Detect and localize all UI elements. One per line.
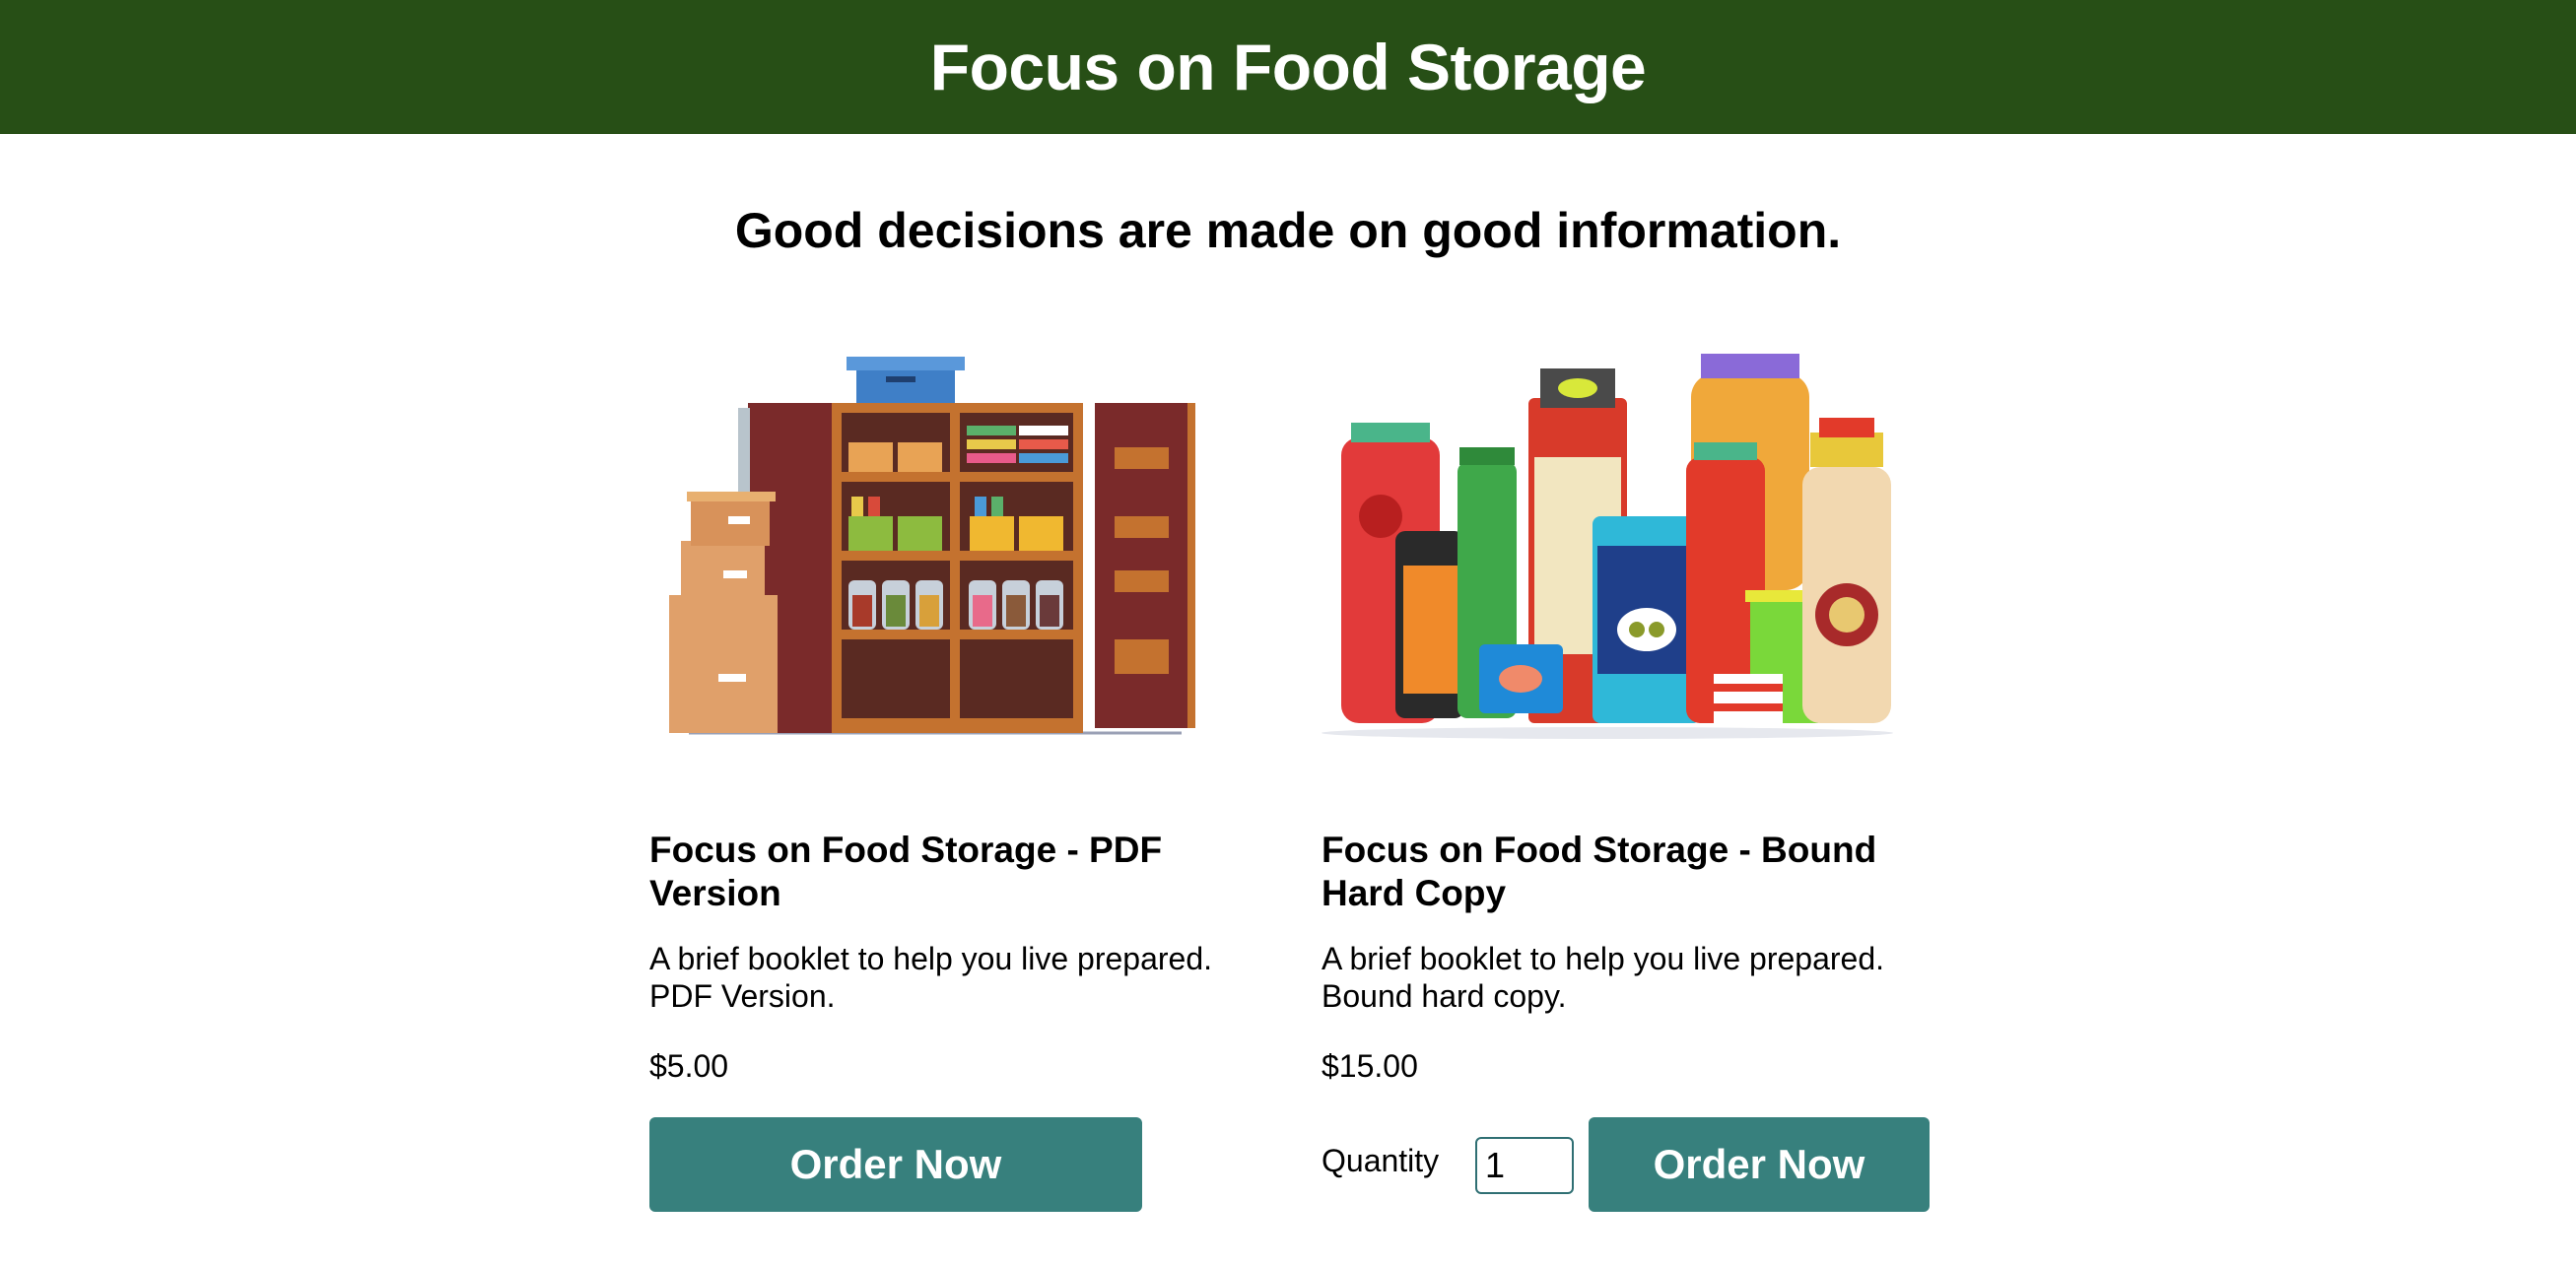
tagline: Good decisions are made on good informat… (734, 203, 1842, 258)
product-description: A brief booklet to help you live prepare… (649, 941, 1213, 1014)
quantity-label: Quantity (1322, 1143, 1440, 1178)
product-description: A brief booklet to help you live prepare… (1322, 941, 1885, 1014)
canned-goods-image (1322, 354, 1893, 739)
product-title: Focus on Food Storage - PDF Version (649, 830, 1163, 913)
site-header: Focus on Food Storage (0, 0, 2576, 134)
product-price: $15.00 (1322, 1048, 1418, 1084)
site-title: Focus on Food Storage (929, 31, 1647, 103)
quantity-input[interactable] (1475, 1137, 1574, 1194)
order-now-button-hard-copy[interactable]: Order Now (1589, 1117, 1930, 1212)
pantry-cabinet-image (669, 357, 1195, 735)
product-list: Focus on Food Storage - PDF Version A br… (0, 265, 2576, 1250)
product-title: Focus on Food Storage - Bound Hard Copy (1322, 830, 1877, 913)
order-now-button-pdf[interactable]: Order Now (649, 1117, 1142, 1212)
product-price: $5.00 (649, 1048, 729, 1084)
